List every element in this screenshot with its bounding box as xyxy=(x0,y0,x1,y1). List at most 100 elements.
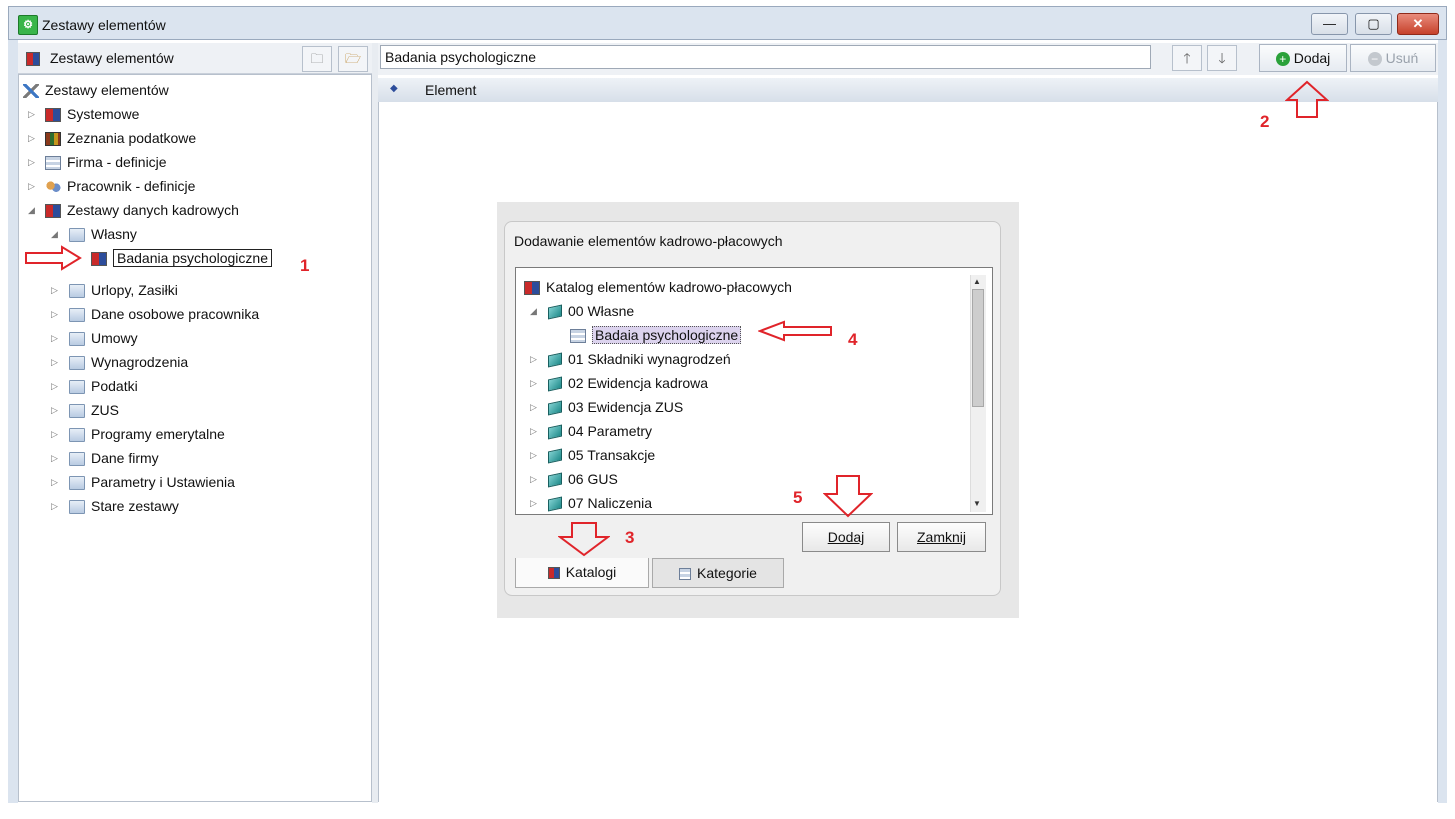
catalog-icon xyxy=(524,281,540,296)
tree-item-urlopy[interactable]: Urlopy, Zasiłki xyxy=(69,279,178,301)
catalog-item-07[interactable]: 07 Naliczenia xyxy=(548,492,652,514)
tree-item-dane-firmy[interactable]: Dane firmy xyxy=(69,447,159,469)
expand-icon[interactable]: ▷ xyxy=(51,501,58,512)
folder-icon xyxy=(69,428,85,443)
left-toolbar-title: Zestawy elementów xyxy=(50,50,174,66)
collapse-icon[interactable]: ◢ xyxy=(530,306,537,317)
book-icon xyxy=(548,400,562,416)
tree-item-parametry[interactable]: Parametry i Ustawienia xyxy=(69,471,235,493)
tree-item-badania-selected[interactable]: Badania psychologiczne xyxy=(91,247,272,269)
tree-item-programy[interactable]: Programy emerytalne xyxy=(69,423,225,445)
expand-icon[interactable]: ▷ xyxy=(51,405,58,416)
annotation-arrow-1 xyxy=(25,245,82,271)
maximize-button[interactable]: ▢ xyxy=(1355,13,1392,35)
window-title-bar xyxy=(8,6,1447,40)
expand-icon[interactable]: ▷ xyxy=(51,333,58,344)
catalog-item-badaia-selected[interactable]: Badaia psychologiczne xyxy=(570,324,742,346)
expand-icon[interactable]: ▷ xyxy=(51,309,58,320)
expand-icon[interactable]: ▷ xyxy=(51,477,58,488)
tree-item-zestawy-kadrowe[interactable]: Zestawy danych kadrowych xyxy=(45,199,239,221)
expand-icon[interactable]: ▷ xyxy=(530,402,537,413)
arrow-down-icon: 🡓 xyxy=(1218,50,1226,66)
sets-tree[interactable]: Zestawy elementów ▷ Systemowe ▷ Zeznania… xyxy=(18,74,372,802)
add-element-button[interactable]: + Dodaj xyxy=(1259,44,1347,72)
app-icon: ⚙ xyxy=(18,15,38,35)
catalog-tree[interactable]: Katalog elementów kadrowo-płacowych ◢ 00… xyxy=(515,267,993,515)
book-icon xyxy=(548,496,562,512)
expand-icon[interactable]: ▷ xyxy=(530,450,537,461)
set-name-field[interactable]: Badania psychologiczne xyxy=(380,45,1151,69)
tree-item-stare[interactable]: Stare zestawy xyxy=(69,495,179,517)
plus-circle-icon: + xyxy=(1275,52,1290,67)
catalog-root[interactable]: Katalog elementów kadrowo-płacowych xyxy=(524,276,792,298)
tree-item-podatki[interactable]: Podatki xyxy=(69,375,138,397)
new-folder-button[interactable]: 🗀 xyxy=(302,46,332,72)
tab-categories[interactable]: Kategorie xyxy=(652,558,784,588)
tree-item-wynagrodzenia[interactable]: Wynagrodzenia xyxy=(69,351,188,373)
set-icon xyxy=(91,252,107,267)
catalog-item-06[interactable]: 06 GUS xyxy=(548,468,618,490)
folder-icon xyxy=(69,500,85,515)
catalog-item-03[interactable]: 03 Ewidencja ZUS xyxy=(548,396,683,418)
book-icon xyxy=(548,448,562,464)
catalog-item-05[interactable]: 05 Transakcje xyxy=(548,444,655,466)
tree-item-pracownik[interactable]: Pracownik - definicje xyxy=(45,175,195,197)
catalog-scrollbar[interactable]: ▲ ▼ xyxy=(970,275,986,512)
expand-icon[interactable]: ▷ xyxy=(530,354,537,365)
tree-item-zeznania[interactable]: Zeznania podatkowe xyxy=(45,127,196,149)
annotation-number-2: 2 xyxy=(1260,112,1270,131)
tree-item-wlasny[interactable]: Własny xyxy=(69,223,137,245)
tree-item-dane-osobowe[interactable]: Dane osobowe pracownika xyxy=(69,303,259,325)
expand-icon[interactable]: ▷ xyxy=(51,429,58,440)
expand-icon[interactable]: ▷ xyxy=(51,285,58,296)
expand-icon[interactable]: ▷ xyxy=(28,157,35,168)
scroll-thumb[interactable] xyxy=(972,289,984,407)
expand-icon[interactable]: ▷ xyxy=(51,357,58,368)
tree-item-systemowe[interactable]: Systemowe xyxy=(45,103,139,125)
collapse-icon[interactable]: ◢ xyxy=(28,205,35,216)
tree-item-firma[interactable]: Firma - definicje xyxy=(45,151,167,173)
minimize-button[interactable]: — xyxy=(1311,13,1348,35)
move-down-button[interactable]: 🡓 xyxy=(1207,45,1237,71)
sort-icon[interactable]: ◆ xyxy=(390,83,398,94)
expand-icon[interactable]: ▷ xyxy=(28,109,35,120)
catalog-item-wlasne[interactable]: 00 Własne xyxy=(548,300,634,322)
tools-icon xyxy=(23,84,39,99)
tree-item-umowy[interactable]: Umowy xyxy=(69,327,138,349)
book-icon xyxy=(548,352,562,368)
expand-icon[interactable]: ▷ xyxy=(51,381,58,392)
window-title: Zestawy elementów xyxy=(42,17,166,33)
new-set-button[interactable]: 🗁 xyxy=(338,46,368,72)
tree-root[interactable]: Zestawy elementów xyxy=(23,79,169,101)
folder-icon xyxy=(69,476,85,491)
folder-icon xyxy=(69,332,85,347)
expand-icon[interactable]: ▷ xyxy=(530,378,537,389)
tree-item-zus[interactable]: ZUS xyxy=(69,399,119,421)
collapse-icon[interactable]: ◢ xyxy=(51,229,58,240)
tab-catalogs[interactable]: Katalogi xyxy=(515,558,649,588)
folder-add-icon: 🗀 xyxy=(310,51,324,66)
catalog-item-04[interactable]: 04 Parametry xyxy=(548,420,652,442)
expand-icon[interactable]: ▷ xyxy=(530,498,537,509)
folder-icon xyxy=(69,404,85,419)
scroll-down-icon[interactable]: ▼ xyxy=(973,499,981,508)
expand-icon[interactable]: ▷ xyxy=(51,453,58,464)
book-icon xyxy=(548,424,562,440)
scroll-up-icon[interactable]: ▲ xyxy=(973,277,981,286)
move-up-button[interactable]: 🡑 xyxy=(1172,45,1202,71)
expand-icon[interactable]: ▷ xyxy=(28,133,35,144)
close-button[interactable]: ✕ xyxy=(1397,13,1439,35)
column-header-element[interactable]: Element xyxy=(425,82,476,98)
dialog-close-button[interactable]: Zamknij xyxy=(897,522,986,552)
book-icon xyxy=(548,376,562,392)
folder-new-icon: 🗁 xyxy=(344,51,362,66)
expand-icon[interactable]: ▷ xyxy=(28,181,35,192)
dialog-title: Dodawanie elementów kadrowo-płacowych xyxy=(514,233,783,249)
catalog-item-01[interactable]: 01 Składniki wynagrodzeń xyxy=(548,348,731,370)
dialog-add-button[interactable]: Dodaj xyxy=(802,522,890,552)
expand-icon[interactable]: ▷ xyxy=(530,426,537,437)
catalog-item-02[interactable]: 02 Ewidencja kadrowa xyxy=(548,372,708,394)
expand-icon[interactable]: ▷ xyxy=(530,474,537,485)
remove-element-label: Usuń xyxy=(1385,50,1419,66)
remove-element-button[interactable]: − Usuń xyxy=(1350,44,1436,72)
